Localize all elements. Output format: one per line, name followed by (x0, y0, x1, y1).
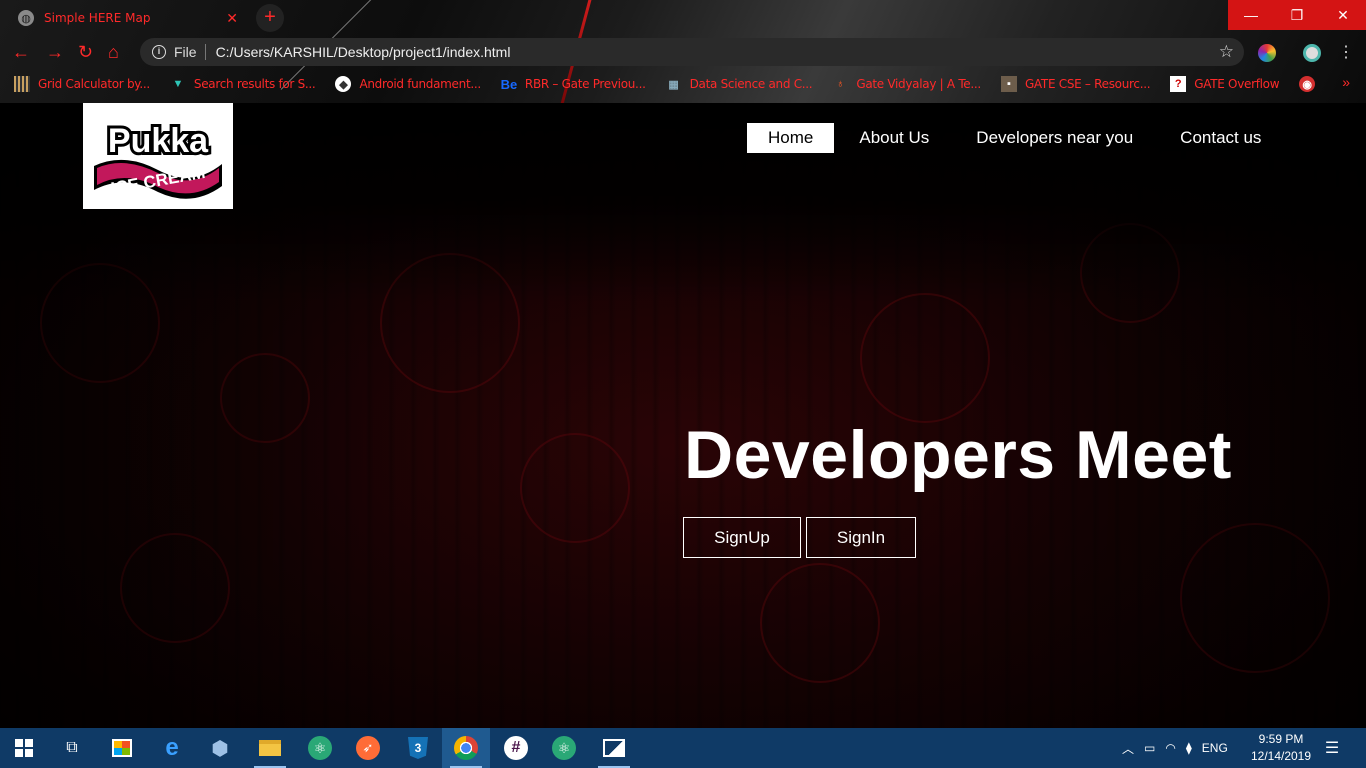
address-separator (204, 44, 206, 60)
language-indicator[interactable]: ENG (1202, 741, 1228, 755)
logo-text-pukka: Pukka (108, 122, 209, 160)
start-icon[interactable] (0, 728, 48, 768)
tab-strip: ◍ Simple HERE Map ✕ + — ❐ ✕ (0, 0, 1366, 34)
browser-menu-icon[interactable]: ⋮ (1338, 42, 1354, 62)
chrome-icon[interactable] (442, 728, 490, 768)
browser-chrome: ◍ Simple HERE Map ✕ + — ❐ ✕ ← → ↻ ⌂ i Fi… (0, 0, 1366, 103)
main-nav: Home About Us Developers near you Contac… (747, 123, 1282, 153)
taskbar-clock[interactable]: 9:59 PM 12/14/2019 (1248, 731, 1314, 765)
signup-button[interactable]: SignUp (683, 517, 801, 558)
bookmark-item[interactable]: ? GATE Overflow (1170, 76, 1280, 92)
android-icon: ◆ (335, 76, 352, 92)
gate-cse-icon: ▪ (1000, 76, 1017, 92)
bookmark-item[interactable]: Be RBR – Gate Previou... (501, 76, 646, 92)
wifi-icon[interactable]: ◠ (1165, 741, 1175, 755)
gate-vidyalay-icon: ♁ (836, 78, 845, 90)
behance-icon: Be (500, 76, 518, 92)
store-icon[interactable] (98, 728, 146, 768)
site-logo[interactable]: Pukka ICE CREAM (83, 103, 233, 209)
bookmark-label: Gate Vidyalay | A Te... (856, 77, 981, 91)
info-icon[interactable]: i (152, 45, 166, 59)
bookmark-label: Grid Calculator by... (38, 77, 150, 91)
nav-home[interactable]: Home (747, 123, 835, 153)
css3-icon[interactable]: 3 (394, 728, 442, 768)
system-tray: ︿ ▭ ◠ ⧫ ENG (1122, 728, 1228, 768)
bookmark-label: RBR – Gate Previou... (524, 77, 646, 91)
tab-title: Simple HERE Map (44, 11, 151, 25)
nav-about-us[interactable]: About Us (838, 123, 950, 153)
chevron-up-icon[interactable]: ︿ (1122, 740, 1134, 757)
file-explorer-icon[interactable] (246, 728, 294, 768)
address-scheme: File (174, 44, 197, 60)
bookmark-label: Android fundament... (359, 77, 481, 91)
bookmark-item[interactable]: ◉ (1299, 76, 1323, 92)
search-results-icon: ▼ (172, 78, 184, 90)
bookmark-label: GATE Overflow (1194, 77, 1280, 91)
data-science-icon: ▦ (668, 78, 679, 91)
bookmark-item[interactable]: ▪ GATE CSE – Resourc... (1000, 76, 1151, 92)
bookmark-star-icon[interactable]: ☆ (1219, 42, 1234, 62)
task-view-icon[interactable]: ⧉ (48, 728, 96, 768)
reload-icon[interactable]: ↻ (78, 42, 93, 63)
grid-icon (14, 76, 30, 92)
nav-developers-near-you[interactable]: Developers near you (955, 123, 1154, 153)
page-body: Pukka ICE CREAM Home About Us Developers… (0, 103, 1366, 728)
signin-button[interactable]: SignIn (806, 517, 916, 558)
bookmark-item[interactable]: ▦ Data Science and C... (666, 76, 813, 92)
close-tab-icon[interactable]: ✕ (226, 10, 238, 27)
gate-overflow-icon: ? (1170, 76, 1187, 92)
atom-icon[interactable]: ⚛ (296, 728, 344, 768)
bookmark-label: GATE CSE – Resourc... (1024, 77, 1151, 91)
globe-icon: ◍ (18, 10, 34, 26)
minimize-button[interactable]: — (1228, 0, 1274, 30)
new-tab-button[interactable]: + (256, 4, 284, 32)
clock-date: 12/14/2019 (1250, 749, 1312, 763)
address-bar[interactable]: i File C:/Users/KARSHIL/Desktop/project1… (140, 38, 1244, 66)
photos-icon[interactable] (590, 728, 638, 768)
more-bookmarks-icon[interactable]: » (1342, 74, 1350, 90)
bookmark-label: Data Science and C... (689, 77, 813, 91)
bookmark-label: Search results for S... (193, 77, 316, 91)
color-extension-icon[interactable] (1258, 44, 1276, 62)
windows-taskbar: ⧉ e ⬢ ⚛ ➶ 3 # ⚛ ︿ ▭ ◠ ⧫ ENG 9:59 PM 12/1… (0, 728, 1366, 768)
atom-icon-2[interactable]: ⚛ (540, 728, 588, 768)
battery-icon[interactable]: ▭ (1144, 741, 1155, 755)
browser-toolbar: ← → ↻ ⌂ i File C:/Users/KARSHIL/Desktop/… (0, 34, 1366, 70)
virtualbox-icon[interactable]: ⬢ (196, 728, 244, 768)
bookmark-item[interactable]: ◆ Android fundament... (335, 76, 481, 92)
address-url[interactable]: C:/Users/KARSHIL/Desktop/project1/index.… (216, 44, 511, 60)
bookmark-item[interactable]: Grid Calculator by... (14, 76, 150, 92)
home-icon[interactable]: ⌂ (108, 42, 119, 63)
browser-tab[interactable]: ◍ Simple HERE Map ✕ (8, 2, 248, 34)
close-window-button[interactable]: ✕ (1320, 0, 1366, 30)
pukka-logo-graphic: Pukka ICE CREAM (94, 119, 222, 199)
globe-bookmark-icon: ◉ (1299, 76, 1316, 92)
edge-icon[interactable]: e (148, 728, 196, 768)
postman-icon[interactable]: ➶ (344, 728, 392, 768)
profile-avatar-icon[interactable] (1303, 44, 1321, 62)
clock-time: 9:59 PM (1258, 732, 1304, 746)
action-center-icon[interactable]: ☰ (1312, 728, 1352, 768)
dropbox-icon[interactable]: ⧫ (1186, 741, 1192, 755)
slack-icon[interactable]: # (492, 728, 540, 768)
bookmark-item[interactable]: ▼ Search results for S... (170, 76, 316, 92)
hero-title: Developers Meet (684, 417, 1232, 493)
nav-contact-us[interactable]: Contact us (1159, 123, 1282, 153)
bookmark-item[interactable]: ♁ Gate Vidyalay | A Te... (832, 76, 981, 92)
back-arrow-icon[interactable]: ← (12, 42, 30, 63)
forward-arrow-icon[interactable]: → (46, 42, 64, 63)
restore-button[interactable]: ❐ (1274, 0, 1320, 30)
bookmarks-bar: Grid Calculator by... ▼ Search results f… (0, 70, 1366, 98)
